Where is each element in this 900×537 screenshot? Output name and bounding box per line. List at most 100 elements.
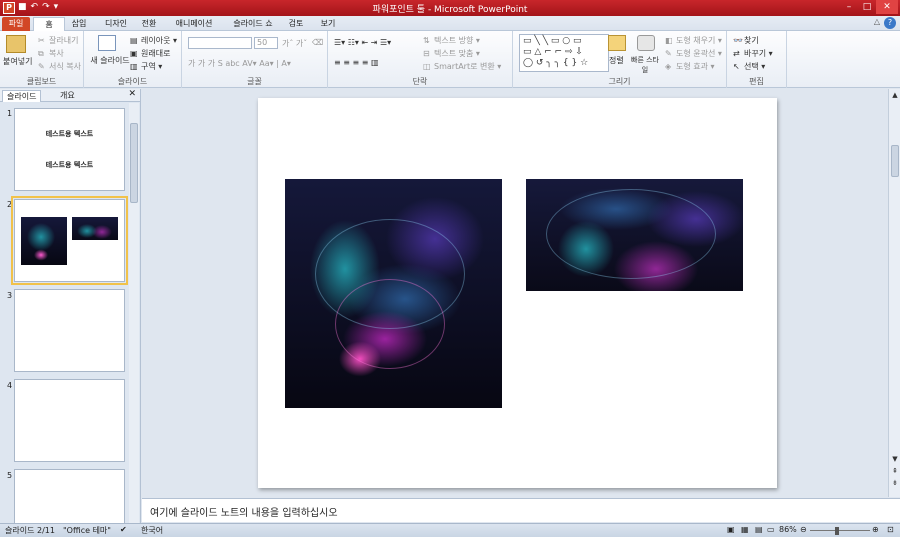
quick-styles-icon[interactable] [637, 35, 655, 51]
list-buttons[interactable]: ☰▾ ☷▾ ⇤ ⇥ ☰▾ [334, 38, 391, 47]
shapes-gallery[interactable]: ▭ ╲ ╲ ▭ ○ ▭ ▭ △ ⌐ ⌐ ⇨ ⇩ ◯ ↺ ╮ ╮ { } ☆ [519, 34, 609, 72]
smartart-button[interactable]: ◫ SmartArt로 변환 ▾ [423, 61, 501, 72]
font-size-combo[interactable]: 50 [254, 37, 278, 49]
editing-group-label: 편집 [749, 77, 764, 86]
editing-group: 👓찾기 ⇄ 바꾸기 ▾ ↖ 선택 ▾ 편집 [727, 31, 787, 88]
minimize-button[interactable]: – [840, 0, 858, 14]
normal-view-icon[interactable]: ▣ [727, 525, 735, 534]
zoom-slider[interactable] [810, 530, 870, 531]
notes-pane[interactable]: 여기에 슬라이드 노트의 내용을 입력하십시오 [142, 498, 900, 522]
font-name-combo[interactable] [188, 37, 252, 49]
reset-icon: ▣ [130, 49, 138, 58]
shape-outline-button[interactable]: ✎ 도형 윤곽선 ▾ [665, 48, 722, 59]
slides-group-label: 슬라이드 [117, 77, 148, 86]
fractal-image-left[interactable] [285, 179, 502, 408]
slide-thumbnail-5[interactable] [14, 469, 125, 523]
smartart-icon: ◫ [423, 62, 431, 71]
cursor-icon: ↖ [733, 62, 740, 71]
scrollbar-thumb[interactable] [891, 145, 899, 177]
slideshow-icon[interactable]: ▭ [767, 525, 775, 534]
grow-font-icon[interactable]: 가ˆ 가ˇ [282, 38, 307, 49]
new-slide-button[interactable]: 새 슬라이드 [90, 55, 130, 66]
main-vertical-scrollbar[interactable]: ▲ ▼ ⇞ ⇟ [888, 89, 900, 497]
zoom-level[interactable]: 86% [779, 525, 797, 534]
scroll-up-arrow-icon[interactable]: ▲ [889, 91, 900, 99]
slide-thumbnail-2[interactable] [11, 196, 128, 285]
paste-icon[interactable] [6, 35, 26, 53]
arrange-icon[interactable] [608, 35, 626, 51]
binoculars-icon: 👓 [733, 36, 743, 45]
shapes-row-1[interactable]: ▭ ╲ ╲ ▭ ○ ▭ [523, 36, 582, 46]
spell-check-icon[interactable]: ✔ [120, 525, 127, 534]
shape-effects-button[interactable]: ◈ 도형 효과 ▾ [665, 61, 715, 72]
thumbnail-text: 테스트용 텍스트 [45, 130, 94, 138]
copy-button[interactable]: ⧉ 복사 [38, 48, 64, 59]
tab-slides[interactable]: 슬라이드 [2, 90, 42, 102]
tab-review[interactable]: 검토 [285, 17, 307, 31]
minimize-ribbon-icon[interactable]: △ [874, 17, 880, 26]
paste-button[interactable]: 붙여넣기 [3, 56, 32, 67]
text-direction-button[interactable]: ⇅ 텍스트 방향 ▾ [423, 35, 480, 46]
arrange-button[interactable]: 정렬 [609, 55, 624, 66]
clear-format-icon[interactable]: ⌫ [312, 38, 323, 47]
find-button[interactable]: 👓찾기 [733, 35, 759, 46]
tab-view[interactable]: 보기 [317, 17, 339, 31]
language-indicator[interactable]: 한국어 [141, 525, 163, 536]
slide-thumbnail-4[interactable] [14, 379, 125, 462]
slide-number: 3 [7, 291, 13, 300]
select-button[interactable]: ↖ 선택 ▾ [733, 61, 765, 72]
replace-button[interactable]: ⇄ 바꾸기 ▾ [733, 48, 773, 59]
slides-panel-scrollbar[interactable] [129, 103, 139, 523]
maximize-button[interactable]: □ [858, 0, 876, 14]
slide-editing-area [142, 89, 888, 497]
close-button[interactable]: ✕ [876, 0, 898, 14]
section-button[interactable]: ▥ 구역 ▾ [130, 61, 162, 72]
shapes-row-2[interactable]: ▭ △ ⌐ ⌐ ⇨ ⇩ [523, 47, 583, 57]
brush-icon: ✎ [38, 62, 45, 71]
zoom-in-icon[interactable]: ⊕ [872, 525, 879, 534]
fractal-image-right[interactable] [526, 179, 743, 291]
slide-thumbnail-3[interactable] [14, 289, 125, 372]
slides-panel: 슬라이드 개요 ✕ 1 테스트용 텍스트 테스트용 텍스트 2 3 4 5 [0, 89, 141, 523]
reading-view-icon[interactable]: ▤ [755, 525, 763, 534]
zoom-out-icon[interactable]: ⊖ [800, 525, 807, 534]
window-title: 파워포인트 툴 - Microsoft PowerPoint [372, 5, 528, 15]
reset-button[interactable]: ▣ 원래대로 [130, 48, 170, 59]
align-text-button[interactable]: ⊟ 텍스트 맞춤 ▾ [423, 48, 480, 59]
quick-styles-button[interactable]: 빠른 스타일 [631, 55, 659, 75]
next-slide-icon[interactable]: ⇟ [889, 479, 900, 487]
current-slide[interactable] [258, 98, 777, 488]
shape-fill-button[interactable]: ◧ 도형 채우기 ▾ [665, 35, 722, 46]
zoom-slider-knob[interactable] [835, 527, 839, 535]
tab-transitions[interactable]: 전환 [138, 17, 160, 31]
tab-home[interactable]: 홈 [33, 17, 65, 31]
previous-slide-icon[interactable]: ⇞ [889, 467, 900, 475]
scroll-down-arrow-icon[interactable]: ▼ [889, 455, 900, 463]
shapes-row-3[interactable]: ◯ ↺ ╮ ╮ { } ☆ [523, 58, 588, 68]
scrollbar-thumb[interactable] [130, 123, 138, 203]
tab-animations[interactable]: 애니메이션 [170, 17, 218, 31]
format-painter-button[interactable]: ✎ 서식 복사 [38, 61, 81, 72]
new-slide-icon[interactable] [98, 35, 116, 51]
font-group-label: 글꼴 [247, 77, 262, 86]
close-panel-icon[interactable]: ✕ [128, 89, 136, 99]
tab-file[interactable]: 파일 [2, 17, 30, 31]
slide-sorter-icon[interactable]: ▦ [741, 525, 749, 534]
tab-slideshow[interactable]: 슬라이드 쇼 [228, 17, 278, 31]
layout-button[interactable]: ▤ 레이아웃 ▾ [130, 35, 177, 46]
ribbon-tabs: 파일 홈 삽입 디자인 전환 애니메이션 슬라이드 쇼 검토 보기 △ ? [0, 16, 900, 31]
fit-to-window-icon[interactable]: ⊡ [887, 525, 894, 534]
cut-button[interactable]: ✂ 잘라내기 [38, 35, 78, 46]
theme-name[interactable]: "Office 테마" [63, 525, 111, 536]
notes-placeholder[interactable]: 여기에 슬라이드 노트의 내용을 입력하십시오 [150, 504, 338, 519]
help-icon[interactable]: ? [884, 17, 896, 29]
font-style-buttons[interactable]: 가 가 가 S abc AV▾ Aa▾ | A▾ [188, 58, 291, 69]
thumbnail-image-2 [72, 217, 118, 240]
slide-thumbnail-1[interactable]: 테스트용 텍스트 테스트용 텍스트 [14, 108, 125, 191]
tab-insert[interactable]: 삽입 [68, 17, 90, 31]
tab-design[interactable]: 디자인 [100, 17, 132, 31]
clipboard-group: 붙여넣기 ✂ 잘라내기 ⧉ 복사 ✎ 서식 복사 클립보드 [0, 31, 84, 88]
slide-number: 1 [7, 109, 13, 118]
align-buttons[interactable]: ≡ ≡ ≡ ≡ ▥ [334, 58, 379, 67]
tab-outline[interactable]: 개요 [56, 90, 79, 102]
